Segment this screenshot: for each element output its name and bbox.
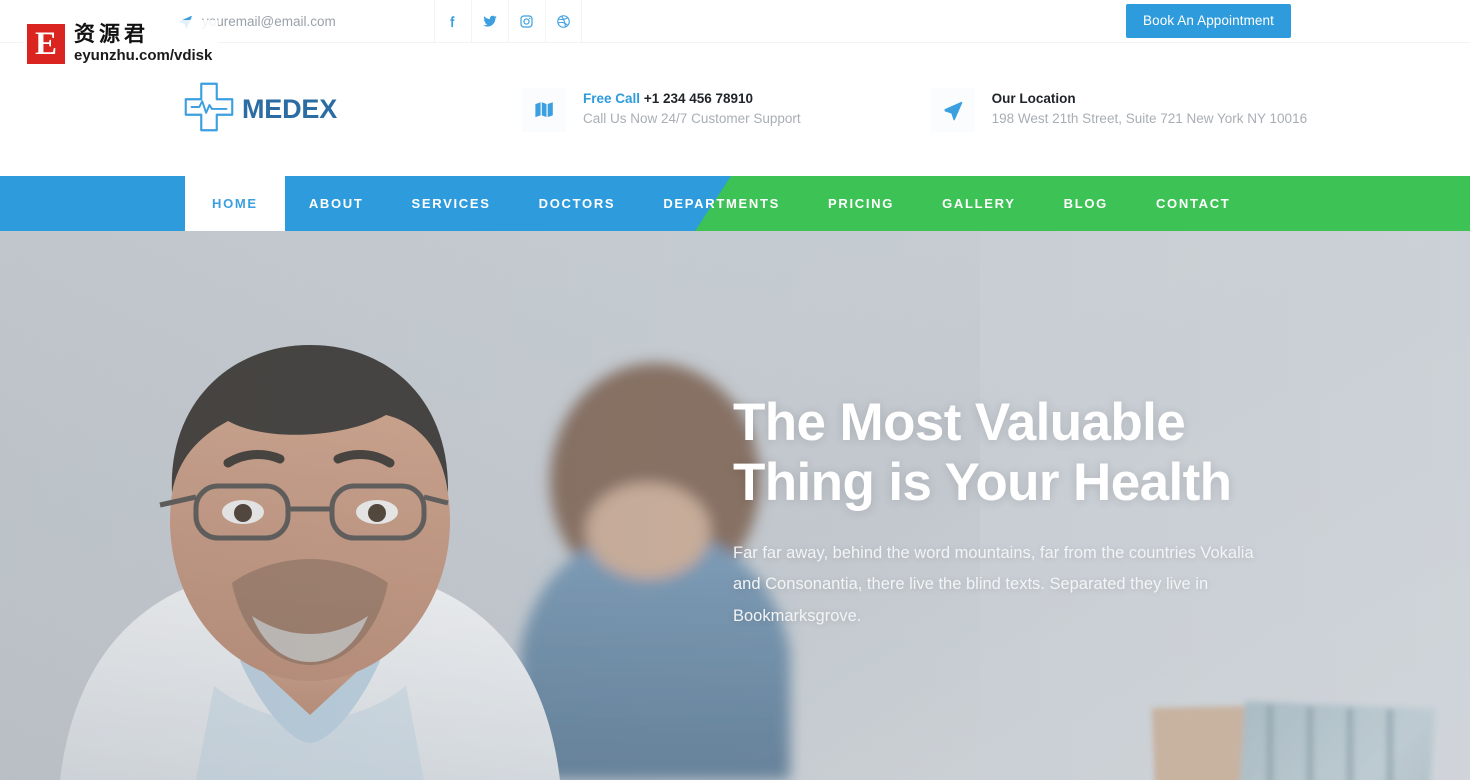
nav-item-gallery[interactable]: GALLERY [918, 176, 1040, 231]
nav-link-about[interactable]: ABOUT [285, 176, 388, 231]
hero-heading-line2: Thing is Your Health [733, 452, 1232, 512]
free-call-info: Free Call +1 234 456 78910 Call Us Now 2… [522, 87, 801, 132]
nav-item-about[interactable]: ABOUT [285, 176, 388, 231]
hero-section: The Most Valuable Thing is Your Health F… [0, 231, 1470, 780]
nav-link-home[interactable]: HOME [185, 176, 285, 231]
nav-link-contact[interactable]: CONTACT [1132, 176, 1254, 231]
nav-list: HOME ABOUT SERVICES DOCTORS DEPARTMENTS … [0, 176, 1470, 231]
hero-paragraph: Far far away, behind the word mountains,… [733, 543, 1254, 625]
medical-cross-heartbeat-icon [178, 76, 240, 143]
site-header: MEDEX Free Call +1 234 456 78910 Call Us… [0, 43, 1470, 176]
nav-link-gallery[interactable]: GALLERY [918, 176, 1040, 231]
watermark-badge-letter: E [34, 25, 57, 62]
social-links [433, 0, 582, 43]
map-book-icon [522, 87, 567, 132]
nav-item-pricing[interactable]: PRICING [804, 176, 918, 231]
nav-link-services[interactable]: SERVICES [388, 176, 515, 231]
watermark-text: 资源君 eyunzhu.com/vdisk [74, 22, 212, 64]
free-call-subtext: Call Us Now 24/7 Customer Support [583, 111, 801, 127]
nav-item-doctors[interactable]: DOCTORS [515, 176, 640, 231]
location-info: Our Location 198 West 21th Street, Suite… [930, 87, 1308, 132]
nav-link-departments[interactable]: DEPARTMENTS [639, 176, 804, 231]
nav-link-doctors[interactable]: DOCTORS [515, 176, 640, 231]
nav-item-blog[interactable]: BLOG [1040, 176, 1132, 231]
book-appointment-button[interactable]: Book An Appointment [1126, 3, 1291, 39]
dribbble-icon[interactable] [544, 0, 582, 43]
free-call-label: Free Call [583, 90, 641, 106]
nav-link-pricing[interactable]: PRICING [804, 176, 918, 231]
phone-number[interactable]: +1 234 456 78910 [644, 91, 753, 106]
location-address: 198 West 21th Street, Suite 721 New York… [991, 111, 1308, 127]
nav-item-departments[interactable]: DEPARTMENTS [639, 176, 804, 231]
watermark-title: 资源君 [74, 22, 149, 46]
hero-content: The Most Valuable Thing is Your Health F… [733, 231, 1293, 780]
free-call-line: Free Call +1 234 456 78910 [583, 89, 801, 109]
watermark-url: eyunzhu.com/vdisk [74, 47, 213, 65]
nav-item-home[interactable]: HOME [185, 176, 285, 231]
nav-item-services[interactable]: SERVICES [388, 176, 515, 231]
watermark: E 资源君 eyunzhu.com/vdisk [23, 20, 219, 69]
watermark-badge-icon: E [25, 22, 67, 66]
nav-item-contact[interactable]: CONTACT [1132, 176, 1254, 231]
hero-heading: The Most Valuable Thing is Your Health [733, 393, 1293, 513]
instagram-icon[interactable] [507, 0, 545, 43]
paper-plane-icon [930, 87, 975, 132]
twitter-icon[interactable] [470, 0, 508, 43]
top-bar: youremail@email.com Book An Appointment [0, 0, 1470, 43]
main-navigation: HOME ABOUT SERVICES DOCTORS DEPARTMENTS … [0, 176, 1470, 231]
logo[interactable]: MEDEX [178, 76, 337, 143]
logo-text: MEDEX [242, 94, 338, 124]
facebook-icon[interactable] [433, 0, 471, 43]
location-title: Our Location [991, 90, 1076, 106]
email-text: youremail@email.com [202, 13, 336, 29]
hero-heading-line1: The Most Valuable [733, 393, 1186, 453]
nav-link-blog[interactable]: BLOG [1040, 176, 1132, 231]
